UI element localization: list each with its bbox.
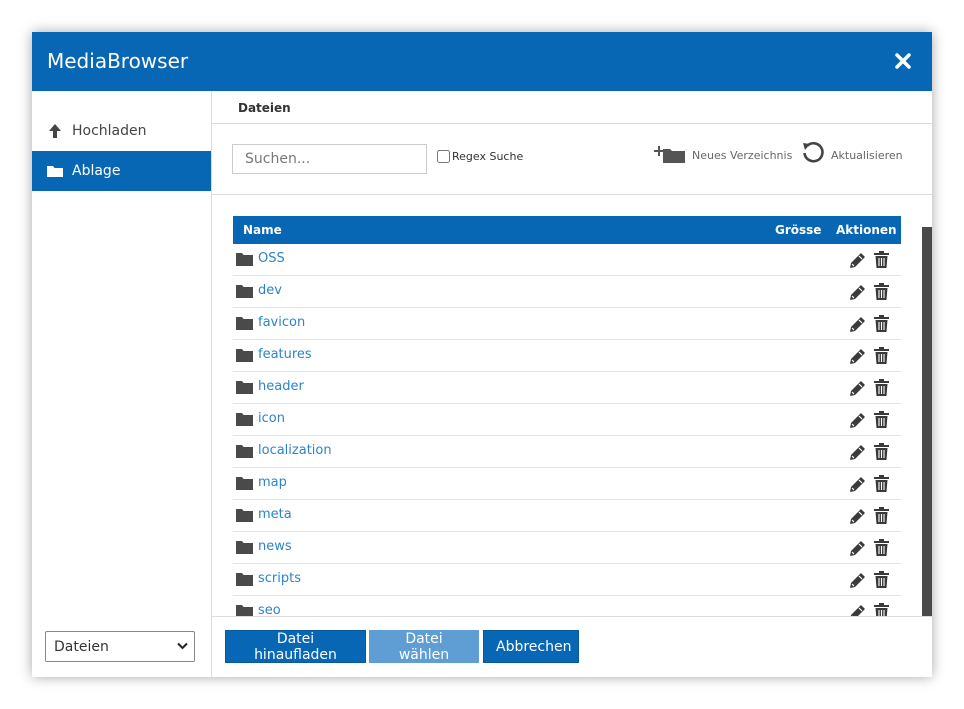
- table-row[interactable]: localization: [233, 436, 901, 468]
- pencil-icon[interactable]: [849, 412, 866, 429]
- footer: Datei hinaufladen Datei wählen Abbrechen: [212, 616, 932, 677]
- folder-icon: [236, 573, 253, 586]
- trash-icon[interactable]: [874, 475, 889, 492]
- refresh-label: Aktualisieren: [831, 148, 903, 162]
- file-list: Name Grösse Aktionen OSS dev favicon featur…: [212, 195, 932, 616]
- trash-icon[interactable]: [874, 411, 889, 428]
- folder-icon: [236, 349, 253, 362]
- table-row[interactable]: features: [233, 340, 901, 372]
- choose-file-button[interactable]: Datei wählen: [369, 630, 479, 663]
- trash-icon[interactable]: [874, 603, 889, 616]
- folder-name-link[interactable]: icon: [258, 411, 285, 426]
- sidebar-item-hochladen[interactable]: Hochladen: [32, 111, 211, 151]
- dialog-title: MediaBrowser: [47, 49, 189, 73]
- toolbar: Regex Suche Neues Verzeichnis Aktualisie…: [212, 124, 932, 195]
- main-header: Dateien: [212, 91, 932, 124]
- table-row[interactable]: map: [233, 468, 901, 500]
- folder-name-link[interactable]: scripts: [258, 571, 301, 586]
- column-name[interactable]: Name: [243, 223, 282, 237]
- pencil-icon[interactable]: [849, 252, 866, 269]
- trash-icon[interactable]: [874, 315, 889, 332]
- pencil-icon[interactable]: [849, 348, 866, 365]
- refresh-icon: [803, 141, 824, 163]
- column-size[interactable]: Grösse: [775, 223, 821, 237]
- search-input[interactable]: [232, 144, 427, 174]
- folder-name-link[interactable]: meta: [258, 507, 292, 522]
- column-actions: Aktionen: [836, 223, 897, 237]
- pencil-icon[interactable]: [849, 380, 866, 397]
- pencil-icon[interactable]: [849, 572, 866, 589]
- folder-icon: [236, 317, 253, 330]
- folder-icon: [236, 541, 253, 554]
- close-icon[interactable]: [894, 52, 912, 70]
- cancel-button[interactable]: Abbrechen: [483, 630, 579, 663]
- table-row[interactable]: scripts: [233, 564, 901, 596]
- sidebar-item-ablage[interactable]: Ablage: [32, 151, 211, 191]
- trash-icon[interactable]: [874, 347, 889, 364]
- table-row[interactable]: favicon: [233, 308, 901, 340]
- pencil-icon[interactable]: [849, 444, 866, 461]
- chevron-down-icon: [177, 642, 188, 650]
- trash-icon[interactable]: [874, 379, 889, 396]
- trash-icon[interactable]: [874, 283, 889, 300]
- folder-icon: [236, 381, 253, 394]
- folder-icon: [236, 253, 253, 266]
- regex-search-toggle[interactable]: Regex Suche: [437, 150, 523, 163]
- table-header: Name Grösse Aktionen: [233, 216, 901, 244]
- storage-select-value: Dateien: [54, 638, 109, 655]
- new-folder-label: Neues Verzeichnis: [692, 148, 793, 162]
- folder-name-link[interactable]: news: [258, 539, 292, 554]
- trash-icon[interactable]: [874, 571, 889, 588]
- folder-name-link[interactable]: localization: [258, 443, 332, 458]
- folder-icon: [236, 445, 253, 458]
- folder-name-link[interactable]: features: [258, 347, 312, 362]
- folder-plus-icon: [654, 146, 685, 163]
- folder-icon: [47, 166, 63, 177]
- folder-icon: [236, 605, 253, 616]
- pencil-icon[interactable]: [849, 284, 866, 301]
- new-folder-button[interactable]: Neues Verzeichnis: [654, 146, 792, 164]
- pencil-icon[interactable]: [849, 604, 866, 616]
- sidebar-item-label: Hochladen: [72, 123, 147, 139]
- pencil-icon[interactable]: [849, 316, 866, 333]
- table-row[interactable]: header: [233, 372, 901, 404]
- table-row[interactable]: icon: [233, 404, 901, 436]
- table-row[interactable]: seo: [233, 596, 901, 616]
- arrow-up-icon: [49, 124, 61, 138]
- sidebar-item-label: Ablage: [72, 163, 121, 179]
- pencil-icon[interactable]: [849, 508, 866, 525]
- table-row[interactable]: meta: [233, 500, 901, 532]
- sidebar: Hochladen Ablage Dateien: [32, 91, 212, 677]
- main-header-title: Dateien: [238, 101, 291, 115]
- folder-icon: [236, 509, 253, 522]
- pencil-icon[interactable]: [849, 476, 866, 493]
- folder-icon: [236, 285, 253, 298]
- folder-name-link[interactable]: seo: [258, 603, 281, 616]
- trash-icon[interactable]: [874, 251, 889, 268]
- table-row[interactable]: dev: [233, 276, 901, 308]
- folder-name-link[interactable]: favicon: [258, 315, 305, 330]
- folder-name-link[interactable]: dev: [258, 283, 282, 298]
- storage-select[interactable]: Dateien: [45, 631, 195, 662]
- main-panel: Dateien Regex Suche Neues Verzeichnis: [212, 91, 932, 677]
- folder-name-link[interactable]: map: [258, 475, 287, 490]
- trash-icon[interactable]: [874, 443, 889, 460]
- upload-file-button[interactable]: Datei hinaufladen: [225, 630, 366, 663]
- refresh-button[interactable]: Aktualisieren: [801, 141, 903, 165]
- folder-name-link[interactable]: OSS: [258, 251, 285, 266]
- title-bar: MediaBrowser: [32, 32, 932, 91]
- regex-label: Regex Suche: [452, 150, 524, 163]
- table-row[interactable]: OSS: [233, 244, 901, 276]
- folder-name-link[interactable]: header: [258, 379, 304, 394]
- folder-icon: [236, 413, 253, 426]
- media-browser-dialog: MediaBrowser Hochladen Ablage Dateien Da…: [32, 32, 932, 677]
- trash-icon[interactable]: [874, 539, 889, 556]
- pencil-icon[interactable]: [849, 540, 866, 557]
- trash-icon[interactable]: [874, 507, 889, 524]
- folder-icon: [236, 477, 253, 490]
- table-row[interactable]: news: [233, 532, 901, 564]
- regex-checkbox[interactable]: [437, 150, 450, 163]
- table-body: OSS dev favicon features header icon localizat…: [233, 244, 901, 616]
- scrollbar[interactable]: [922, 227, 932, 616]
